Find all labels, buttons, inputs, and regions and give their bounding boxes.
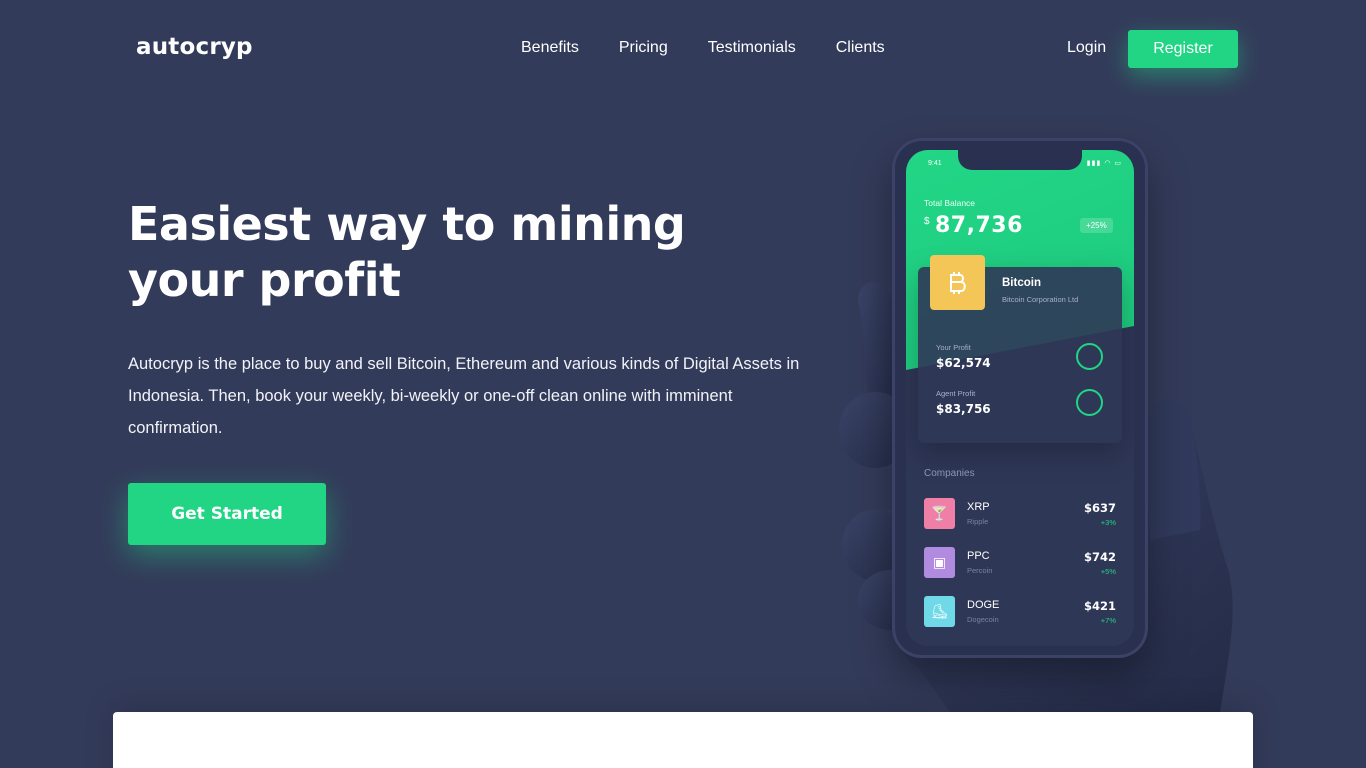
shoe-icon: ⛸ (924, 596, 955, 627)
battery-icon: ▭ (1114, 160, 1122, 167)
company-ticker: XRP (967, 501, 990, 513)
phone-mockup: 9:41 ▮▮▮ ◠ ▭ Total Balance $ 87,736 +25%… (892, 138, 1148, 658)
nav-link-pricing[interactable]: Pricing (619, 38, 668, 58)
phone-notch (958, 150, 1082, 170)
status-icons: ▮▮▮ ◠ ▭ (1087, 159, 1122, 167)
wifi-icon: ◠ (1104, 160, 1112, 167)
coin-company: Bitcoin Corporation Ltd (1002, 295, 1079, 304)
signal-icon: ▮▮▮ (1086, 160, 1102, 167)
logo[interactable]: autocryp (136, 34, 253, 60)
company-change: +3% (1100, 518, 1116, 527)
agent-profit-label: Agent Profit (936, 389, 976, 398)
register-button[interactable]: Register (1128, 30, 1238, 68)
company-name: Percoin (967, 566, 993, 575)
currency-symbol: $ (924, 216, 930, 227)
main-nav: Benefits Pricing Testimonials Clients (521, 38, 925, 58)
bitcoin-icon (930, 255, 985, 310)
features-card (113, 712, 1253, 768)
company-row-doge[interactable]: ⛸ DOGE Dogecoin $421 +7% (924, 596, 1116, 628)
balance-change-badge: +25% (1080, 218, 1113, 233)
company-name: Dogecoin (967, 615, 999, 624)
company-price: $637 (1083, 501, 1116, 515)
your-profit-label: Your Profit (936, 343, 971, 352)
your-profit-ring-icon (1076, 343, 1103, 370)
company-change: +5% (1100, 567, 1116, 576)
company-ticker: DOGE (967, 599, 1000, 611)
company-ticker: PPC (967, 550, 990, 562)
nav-link-benefits[interactable]: Benefits (521, 38, 579, 58)
total-balance-label: Total Balance (924, 198, 976, 208)
company-price: $742 (1083, 550, 1116, 564)
agent-profit-ring-icon (1076, 389, 1103, 416)
status-time: 9:41 (928, 160, 942, 167)
jacket-icon: ▣ (924, 547, 955, 578)
company-row-ppc[interactable]: ▣ PPC Percoin $742 +5% (924, 547, 1116, 579)
coin-name: Bitcoin (1002, 277, 1041, 289)
company-row-xrp[interactable]: 🍸 XRP Ripple $637 +3% (924, 498, 1116, 530)
company-name: Ripple (967, 517, 989, 526)
bitcoin-card[interactable]: Bitcoin Bitcoin Corporation Ltd Your Pro… (918, 255, 1122, 443)
phone-screen: 9:41 ▮▮▮ ◠ ▭ Total Balance $ 87,736 +25%… (906, 150, 1134, 646)
company-price: $421 (1083, 599, 1116, 613)
total-balance-value: 87,736 (935, 213, 1023, 238)
login-link[interactable]: Login (1067, 38, 1106, 58)
nav-link-testimonials[interactable]: Testimonials (708, 38, 796, 58)
your-profit-value: $62,574 (936, 356, 991, 370)
company-change: +7% (1100, 616, 1116, 625)
hero-title: Easiest way to mining your profit (128, 197, 686, 307)
get-started-button[interactable]: Get Started (128, 483, 326, 545)
nav-link-clients[interactable]: Clients (836, 38, 885, 58)
agent-profit-value: $83,756 (936, 402, 991, 416)
hero-description: Autocryp is the place to buy and sell Bi… (128, 355, 800, 437)
companies-label: Companies (924, 468, 975, 479)
cocktail-icon: 🍸 (924, 498, 955, 529)
